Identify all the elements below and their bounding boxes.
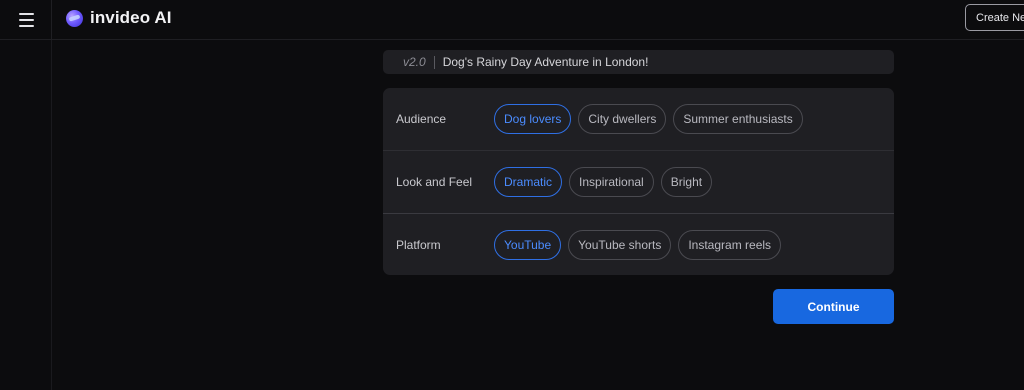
top-bar: invideo AI Create New <box>0 0 1024 40</box>
brand[interactable]: invideo AI <box>66 8 172 28</box>
brand-name: invideo AI <box>90 8 172 27</box>
continue-button[interactable]: Continue <box>773 289 894 324</box>
settings-row-platform: Platform YouTube YouTube shorts Instagra… <box>383 213 894 275</box>
version-bar: v2.0 Dog's Rainy Day Adventure in London… <box>383 50 894 74</box>
option-chips: YouTube YouTube shorts Instagram reels <box>494 229 782 260</box>
version-tag: v2.0 <box>403 55 426 69</box>
chip-city-dwellers[interactable]: City dwellers <box>578 104 667 134</box>
chip-youtube[interactable]: YouTube <box>494 229 562 260</box>
sidebar-divider <box>51 40 52 390</box>
chip-bright[interactable]: Bright <box>660 166 713 197</box>
chip-youtube-shorts[interactable]: YouTube shorts <box>568 229 672 260</box>
version-separator <box>433 55 435 69</box>
row-label: Look and Feel <box>396 174 473 189</box>
chip-instagram-reels[interactable]: Instagram reels <box>678 229 782 260</box>
chip-dramatic[interactable]: Dramatic <box>494 166 563 197</box>
row-label: Platform <box>396 237 441 252</box>
chip-summer-enthusiasts[interactable]: Summer enthusiasts <box>673 104 803 134</box>
create-new-button[interactable]: Create New <box>965 4 1024 31</box>
video-title: Dog's Rainy Day Adventure in London! <box>442 55 649 69</box>
option-chips: Dog lovers City dwellers Summer enthusia… <box>494 104 803 134</box>
settings-panel: Audience Dog lovers City dwellers Summer… <box>383 88 894 275</box>
header-divider <box>51 0 52 40</box>
chip-dog-lovers[interactable]: Dog lovers <box>494 104 572 134</box>
settings-row-look-and-feel: Look and Feel Dramatic Inspirational Bri… <box>383 150 894 212</box>
option-chips: Dramatic Inspirational Bright <box>494 166 713 197</box>
settings-row-audience: Audience Dog lovers City dwellers Summer… <box>383 88 894 150</box>
invideo-logo-icon <box>66 9 83 27</box>
hamburger-menu-icon[interactable] <box>12 6 40 34</box>
row-label: Audience <box>396 112 447 126</box>
chip-inspirational[interactable]: Inspirational <box>569 166 654 197</box>
